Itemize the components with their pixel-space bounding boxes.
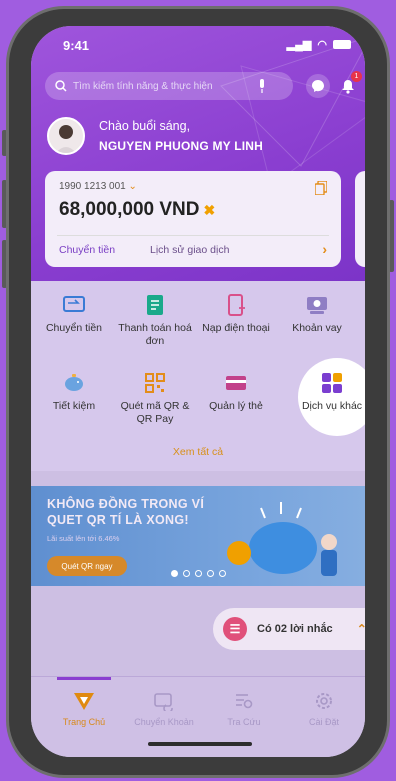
service-label: Tiết kiệm — [52, 400, 96, 412]
user-name: NGUYEN PHUONG MY LINH — [99, 139, 263, 153]
tab-lookup[interactable]: Tra Cứu — [204, 689, 284, 727]
banner-cta-button[interactable]: Quét QR ngay — [47, 556, 127, 576]
service-label: Quản lý thẻ — [209, 400, 263, 412]
service-phone-topup[interactable]: Nạp điện thoại — [197, 293, 275, 335]
service-qr-pay[interactable]: Quét mã QR & QR Pay — [116, 371, 194, 426]
loan-icon — [304, 293, 330, 317]
app-screen: 9:41 ▂▄▆ ◠ 1 Chào buổi sáng, NGUYEN PHUO… — [31, 26, 365, 757]
banner-title-line1: KHÔNG ĐỒNG TRONG VÍ — [47, 497, 205, 511]
bell-icon[interactable]: 1 — [336, 71, 362, 98]
promo-banner[interactable]: KHÔNG ĐỒNG TRONG VÍ QUET QR TÍ LÀ XONG! L… — [31, 486, 365, 586]
qr-icon — [142, 371, 168, 395]
card-icon — [223, 371, 249, 395]
tab-settings[interactable]: Cài Đặt — [284, 689, 364, 727]
card-divider — [57, 235, 329, 236]
phone-topup-icon — [223, 293, 249, 317]
carousel-dot[interactable] — [171, 570, 178, 577]
bill-icon — [142, 293, 168, 317]
active-tab-indicator — [57, 677, 111, 680]
banner-title-line2: QUET QR TÍ LÀ XONG! — [47, 513, 189, 527]
carousel-dot[interactable] — [207, 570, 214, 577]
service-label: Dịch vụ khác — [301, 400, 363, 412]
service-card-management[interactable]: Quản lý thẻ — [197, 371, 275, 413]
settings-icon — [311, 689, 337, 713]
banner-subtitle: Lãi suất lên tới 6.46% — [47, 534, 120, 543]
tab-label: Tra Cứu — [227, 717, 261, 727]
account-number[interactable]: 1990 1213 001 ⌄ — [59, 181, 137, 192]
wifi-icon: ◠ — [317, 39, 327, 51]
more-services-icon — [319, 371, 345, 395]
search-bar[interactable] — [45, 72, 293, 100]
carousel-dot[interactable] — [219, 570, 226, 577]
signal-icon: ▂▄▆ — [286, 39, 312, 51]
tab-home[interactable]: Trang Chủ — [44, 689, 124, 727]
transfer-icon — [61, 293, 87, 317]
tab-label: Cài Đặt — [308, 717, 339, 727]
tab-transfer[interactable]: Chuyển Khoản — [124, 689, 204, 727]
reminder-list-icon: ☰ — [223, 617, 247, 641]
search-icon — [55, 80, 67, 92]
clock: 9:41 — [63, 38, 90, 53]
service-bill-payment[interactable]: Thanh toán hoá đơn — [116, 293, 194, 348]
banner-title: KHÔNG ĐỒNG TRONG VÍ QUET QR TÍ LÀ XONG! — [47, 496, 204, 528]
copy-icon[interactable] — [315, 181, 327, 195]
service-savings[interactable]: Tiết kiệm — [35, 371, 113, 413]
status-icons: ▂▄▆ ◠ — [287, 38, 351, 51]
balance-text: 68,000,000 VND — [59, 199, 200, 220]
tab-label: Chuyển Khoản — [134, 717, 194, 727]
home-icon — [71, 689, 97, 713]
microphone-icon[interactable] — [257, 79, 267, 93]
battery-icon — [333, 40, 351, 49]
avatar[interactable] — [47, 117, 85, 155]
history-link[interactable]: Lịch sử giao dịch — [150, 244, 229, 256]
hide-balance-icon[interactable]: ✖ — [204, 202, 216, 218]
service-other[interactable]: Dịch vụ khác — [293, 371, 365, 413]
notification-badge: 1 — [351, 71, 362, 82]
see-all-link[interactable]: Xem tất cả — [31, 446, 365, 458]
chevron-up-icon[interactable]: ⌃ — [357, 622, 365, 636]
service-loan[interactable]: Khoản vay — [278, 293, 356, 335]
search-input[interactable] — [73, 80, 251, 92]
next-account-card[interactable]: 19 6 C — [355, 171, 365, 267]
service-label: Thanh toán hoá đơn — [118, 322, 192, 347]
service-label: Khoản vay — [292, 322, 342, 334]
home-indicator — [148, 742, 252, 746]
chevron-down-icon: ⌄ — [128, 181, 137, 192]
reminder-text: Có 02 lời nhắc — [257, 623, 333, 635]
carousel-dot[interactable] — [195, 570, 202, 577]
transfer-tab-icon — [151, 689, 177, 713]
greeting-text: Chào buổi sáng, — [99, 119, 191, 133]
piggy-bank-icon — [61, 371, 87, 395]
lookup-icon — [231, 689, 257, 713]
messenger-icon[interactable] — [306, 74, 330, 98]
banner-illustration — [227, 502, 337, 576]
account-card[interactable]: 1990 1213 001 ⌄ 68,000,000 VND ✖ Chuyển t… — [45, 171, 341, 267]
header-panel: 9:41 ▂▄▆ ◠ 1 Chào buổi sáng, NGUYEN PHUO… — [31, 26, 365, 281]
reminder-pill[interactable]: ☰ Có 02 lời nhắc ⌃ — [213, 608, 365, 650]
service-label: Chuyển tiền — [45, 322, 103, 334]
account-balance: 68,000,000 VND ✖ — [59, 199, 215, 221]
transfer-link[interactable]: Chuyển tiền — [59, 244, 115, 256]
account-number-text: 1990 1213 001 — [59, 181, 126, 192]
tab-label: Trang Chủ — [62, 717, 106, 727]
carousel-dots[interactable] — [171, 570, 226, 577]
service-label: Quét mã QR & QR Pay — [120, 400, 190, 425]
carousel-dot[interactable] — [183, 570, 190, 577]
service-transfer[interactable]: Chuyển tiền — [35, 293, 113, 335]
chevron-right-icon[interactable]: › — [322, 241, 327, 257]
status-bar: 9:41 ▂▄▆ ◠ — [31, 36, 365, 56]
service-label: Nạp điện thoại — [202, 322, 270, 334]
